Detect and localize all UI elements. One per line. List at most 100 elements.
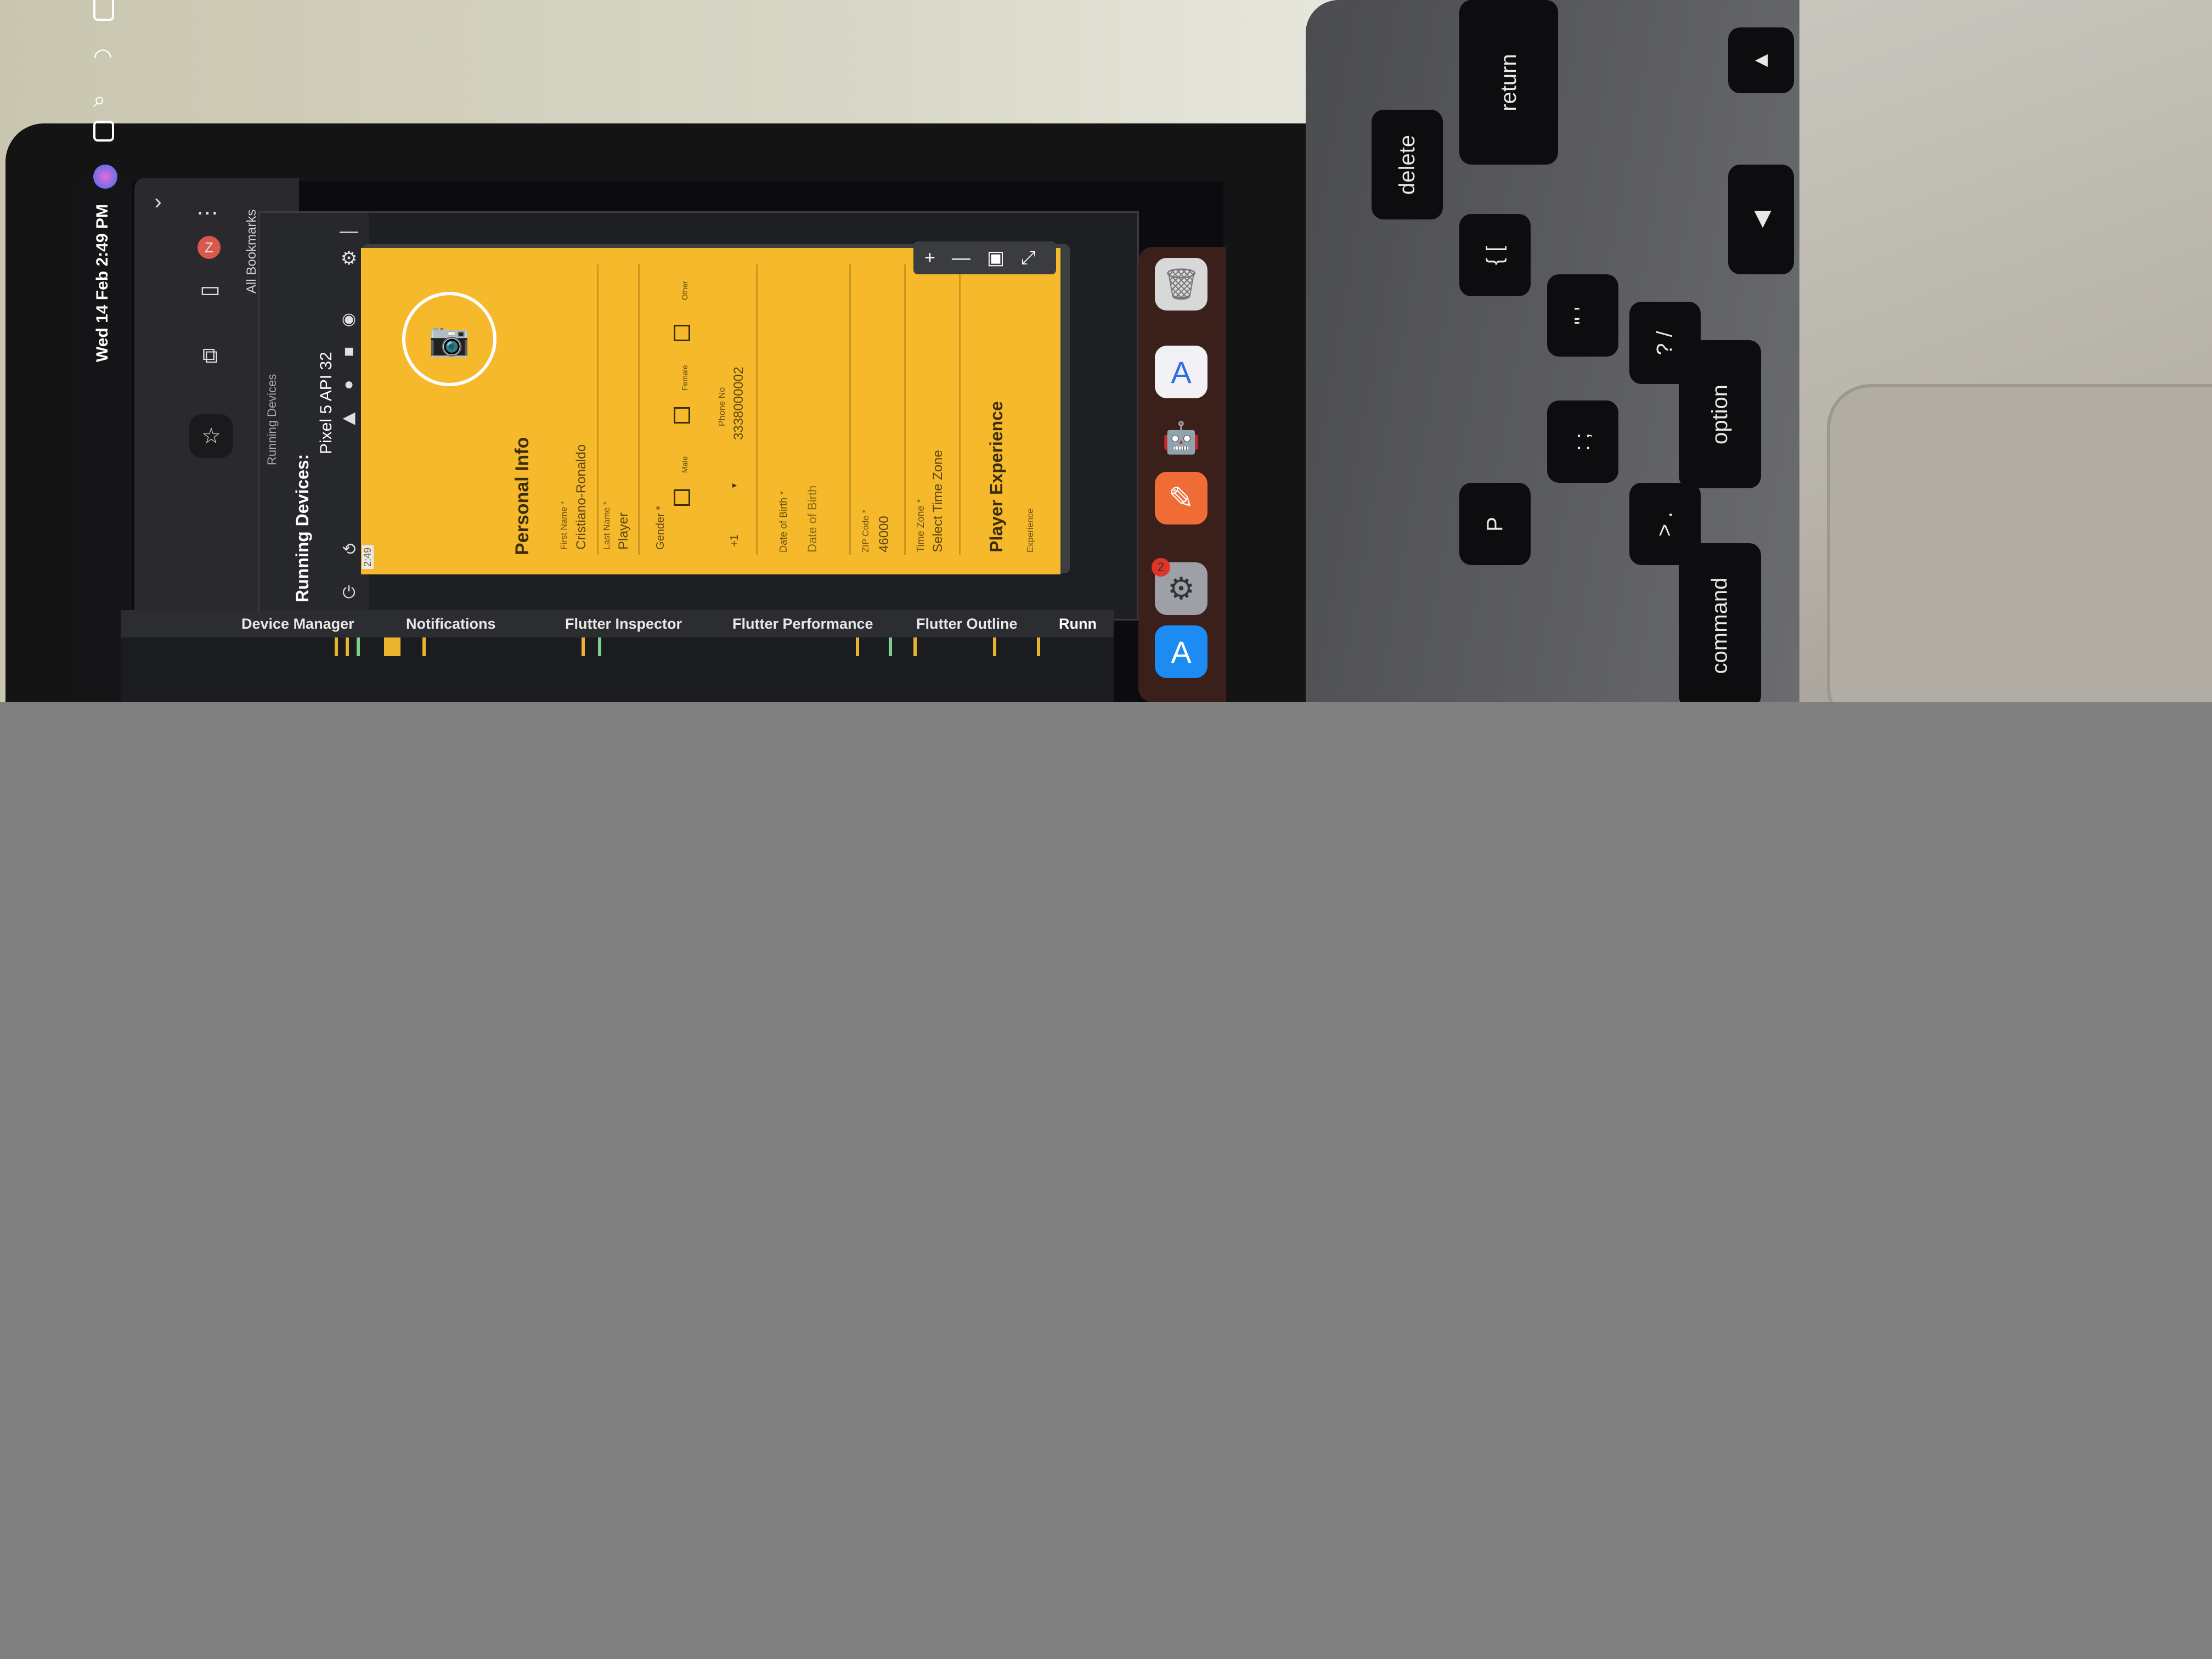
frame-bar — [993, 637, 996, 656]
tab-device-manager[interactable]: Device Manager — [241, 616, 354, 633]
gender-male-label: Male — [680, 456, 689, 473]
phone-dropdown-icon[interactable]: ▼ — [730, 482, 738, 489]
overview-icon[interactable]: ■ — [336, 339, 362, 364]
bookmark-sidebar-icon[interactable]: ⧉ — [198, 343, 223, 368]
dob-label: Date of Birth * — [778, 490, 789, 552]
zip-label: ZIP Code * — [861, 510, 871, 552]
dob-underline — [849, 264, 851, 555]
profile-photo-picker[interactable]: 📷 — [402, 292, 496, 386]
keyboard-deck: delete return option command { [ P : ; "… — [1306, 0, 1799, 702]
phone-country-code[interactable]: +1 — [729, 534, 741, 547]
camera-icon: 📷 — [428, 320, 470, 358]
key-period[interactable]: > . — [1629, 483, 1701, 565]
fit-icon[interactable]: ▣ — [987, 247, 1005, 269]
performance-timeline — [121, 637, 1114, 702]
profile-avatar[interactable]: Z — [198, 236, 221, 259]
device-name[interactable]: Pixel 5 API 32 — [317, 352, 336, 454]
key-semicolon[interactable]: : ; — [1547, 400, 1618, 483]
gender-female-label: Female — [680, 365, 689, 391]
wifi-icon[interactable]: ◠ — [93, 44, 117, 69]
tab-flutter-outline[interactable]: Flutter Outline — [916, 616, 1018, 633]
frame-bar — [1037, 637, 1040, 656]
player-experience-heading: Player Experience — [986, 401, 1006, 552]
bookmarks-label[interactable]: All Bookmarks — [244, 210, 259, 294]
tab-notifications[interactable]: Notifications — [406, 616, 496, 633]
app-store-icon[interactable]: A — [1155, 625, 1207, 678]
fullscreen-icon[interactable]: ⤢ — [1021, 247, 1036, 269]
phone-label: Phone No — [718, 387, 727, 426]
gender-other-label: Other — [680, 280, 689, 300]
frame-bar — [856, 637, 859, 656]
instruments-app-icon[interactable]: A — [1155, 346, 1207, 398]
timezone-label: Time Zone * — [915, 499, 926, 552]
first-name-label: First Name * — [560, 501, 569, 550]
personal-info-heading: Personal Info — [512, 437, 533, 555]
gender-male-checkbox[interactable] — [674, 489, 690, 506]
dock: 🗑 A 🤖 ✎ ⚙ 2 A — [1138, 247, 1226, 702]
frame-bar — [422, 637, 426, 656]
minimize-icon[interactable]: — — [336, 218, 362, 244]
arrow-left-key[interactable]: ◀ — [1728, 165, 1794, 274]
back-icon[interactable]: ◀ — [336, 405, 362, 430]
last-name-label: Last Name * — [602, 501, 612, 550]
rotate-icon[interactable]: ⟲ — [336, 537, 362, 562]
chevron-right-icon[interactable]: › — [145, 189, 171, 215]
control-center-icon[interactable] — [93, 121, 114, 142]
tab-flutter-performance[interactable]: Flutter Performance — [732, 616, 873, 633]
settings-icon[interactable]: ⚙ — [336, 246, 362, 271]
running-devices-label: Running Devices: — [292, 454, 312, 602]
android-studio-icon[interactable]: 🤖 — [1155, 411, 1207, 464]
timezone-select[interactable]: Select Time Zone — [930, 450, 946, 552]
more-icon[interactable]: ⋯ — [195, 200, 220, 225]
return-key[interactable]: return — [1459, 0, 1558, 165]
postman-icon[interactable]: ✎ — [1155, 472, 1207, 524]
battery-icon[interactable] — [93, 0, 114, 21]
profile-initial: Z — [205, 239, 213, 256]
delete-key[interactable]: delete — [1372, 110, 1443, 219]
key-slash[interactable]: ? / — [1629, 302, 1701, 384]
notification-badge: 2 — [1152, 558, 1170, 577]
trackpad[interactable] — [1827, 384, 2212, 702]
first-name-underline — [597, 264, 599, 555]
dob-input[interactable]: Date of Birth — [805, 486, 820, 552]
frame-bar — [346, 637, 349, 656]
zip-underline — [904, 264, 906, 555]
screenshot-icon[interactable]: ◉ — [336, 306, 362, 331]
frame-bar — [582, 637, 585, 656]
system-settings-icon[interactable]: ⚙ 2 — [1152, 558, 1207, 615]
phone-status-time: 2:49 — [362, 545, 374, 569]
frame-bar — [889, 637, 892, 656]
running-devices-title: Running Devices — [265, 374, 279, 465]
frame-bar — [335, 637, 338, 656]
first-name-input[interactable]: Cristiano-Ronaldo — [574, 444, 589, 550]
tab-flutter-inspector[interactable]: Flutter Inspector — [565, 616, 682, 633]
search-icon[interactable]: ⌕ — [93, 88, 117, 112]
frame-bar — [357, 637, 360, 656]
star-icon[interactable]: ☆ — [189, 414, 233, 458]
zoom-out-icon[interactable]: — — [952, 247, 970, 269]
frame-bar — [913, 637, 917, 656]
zip-input[interactable]: 46000 — [877, 516, 892, 552]
arrow-up-key[interactable]: ▲ — [1728, 27, 1794, 93]
gender-other-checkbox[interactable] — [674, 325, 690, 341]
key-p[interactable]: P — [1459, 483, 1531, 565]
key-quote[interactable]: " ' — [1547, 274, 1618, 357]
siri-icon[interactable] — [93, 165, 117, 189]
photo-scene: Wed 14 Feb 2:49 PM ⌕ ◠ › ⋯ Z ▭ ⧉ ☆ All B… — [0, 0, 2212, 702]
phone-input[interactable]: 3338000002 — [731, 367, 747, 440]
phone-screen: 2:49 📷 Personal Info First Name * Cristi… — [361, 248, 1060, 574]
zoom-in-icon[interactable]: + — [924, 247, 935, 269]
trash-icon[interactable]: 🗑 — [1155, 258, 1207, 311]
gender-label: Gender * — [654, 505, 667, 550]
frame-bar — [384, 637, 400, 656]
tab-run[interactable]: Runn — [1059, 616, 1097, 633]
last-name-input[interactable]: Player — [616, 512, 631, 550]
command-key[interactable]: command — [1679, 543, 1761, 702]
key-brackets[interactable]: { [ — [1459, 214, 1531, 296]
last-name-underline — [638, 264, 640, 555]
gender-female-checkbox[interactable] — [674, 407, 690, 424]
power-icon[interactable]: ⏻ — [336, 580, 362, 606]
tool-window-tabs: Device Manager Notifications Flutter Ins… — [121, 610, 1114, 637]
tab-icon[interactable]: ▭ — [198, 277, 223, 302]
home-icon[interactable]: ● — [336, 372, 362, 397]
